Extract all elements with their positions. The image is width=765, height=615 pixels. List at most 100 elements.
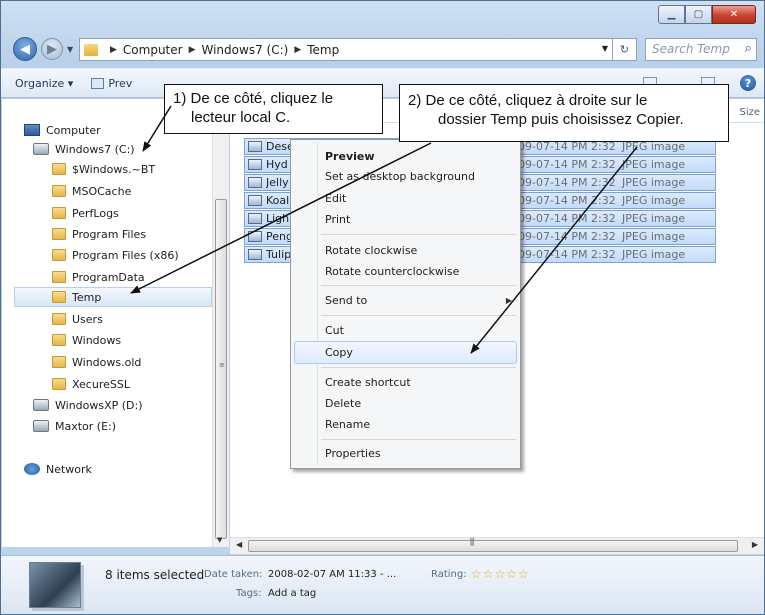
navigation-pane: Computer Windows7 (C:) $Windows.~BT MSOC… <box>2 99 212 547</box>
nav-item-label: Windows7 (C:) <box>55 142 135 156</box>
folder-icon <box>52 185 66 197</box>
scrollbar-thumb[interactable] <box>215 199 227 539</box>
file-date: 09-07-14 PM 2:32 <box>518 194 616 207</box>
nav-item-program-files[interactable]: Program Files <box>52 224 146 244</box>
size-column-header[interactable]: Size <box>739 107 760 118</box>
menu-item-copy[interactable]: Copy <box>325 346 353 359</box>
file-date: 09-07-14 PM 2:32 <box>518 230 616 243</box>
instruction-callout-1: 1) De ce côté, cliquez le lecteur local … <box>164 84 383 134</box>
nav-item-program-files-x86[interactable]: Program Files (x86) <box>52 245 179 265</box>
menu-item-properties[interactable]: Properties <box>325 447 381 460</box>
nav-item-label: Computer <box>46 123 101 137</box>
nav-item-label: Temp <box>72 290 102 304</box>
organize-label: Organize ▾ <box>15 76 74 90</box>
explorer-window: ▁ ▢ ✕ ◀ ▶ ▼ ▶ Computer ▶ Windows7 (C:) ▶… <box>0 0 765 615</box>
nav-item-windows-bt[interactable]: $Windows.~BT <box>52 159 155 179</box>
folder-icon <box>52 378 66 390</box>
callout-text: dossier Temp puis choisissez Copier. <box>438 111 684 128</box>
file-date: 09-07-14 PM 2:32 <box>518 248 616 261</box>
rating-label: Rating: <box>431 569 467 580</box>
recent-pages-dropdown-icon[interactable]: ▼ <box>67 45 73 54</box>
minimize-button[interactable]: ▁ <box>658 5 685 24</box>
navigation-scrollbar[interactable]: ≡ ▼ <box>212 99 229 547</box>
menu-separator <box>321 439 516 440</box>
menu-item-rotate-counterclockwise[interactable]: Rotate counterclockwise <box>325 265 459 278</box>
nav-item-windowsxp-drive[interactable]: WindowsXP (D:) <box>33 395 143 415</box>
callout-text: 2) De ce côté, cliquez à droite sur le <box>408 92 648 109</box>
folder-icon <box>52 249 66 261</box>
nav-item-temp[interactable]: Temp <box>14 287 212 307</box>
breadcrumb-separator-icon[interactable]: ▶ <box>189 45 196 55</box>
nav-item-xecuressl[interactable]: XecureSSL <box>52 374 130 394</box>
file-type: JPEG image <box>622 248 686 261</box>
scrollbar-thumb[interactable] <box>248 540 738 552</box>
folder-icon <box>52 163 66 175</box>
help-icon[interactable]: ? <box>740 75 756 91</box>
nav-item-label: Network <box>46 462 92 476</box>
rating-stars-icon[interactable]: ☆☆☆☆☆ <box>471 567 530 581</box>
menu-item-cut[interactable]: Cut <box>325 324 344 337</box>
menu-item-set-desktop-background[interactable]: Set as desktop background <box>325 170 475 183</box>
tags-label: Tags: <box>236 588 262 599</box>
callout-text: lecteur local C. <box>191 109 291 126</box>
nav-item-label: MSOCache <box>72 184 132 198</box>
maximize-button[interactable]: ▢ <box>685 5 712 24</box>
image-file-icon <box>248 195 262 206</box>
organize-button[interactable]: Organize ▾ <box>15 77 73 90</box>
nav-item-label: XecureSSL <box>72 377 130 391</box>
nav-item-windows[interactable]: Windows <box>52 330 121 350</box>
nav-item-windows-old[interactable]: Windows.old <box>52 352 141 372</box>
menu-item-create-shortcut[interactable]: Create shortcut <box>325 376 411 389</box>
folder-icon <box>52 334 66 346</box>
menu-item-send-to[interactable]: Send to <box>325 294 367 307</box>
date-taken-value[interactable]: 2008-02-07 AM 11:33 - ... <box>268 569 396 580</box>
search-icon[interactable]: ⌕ <box>745 41 752 56</box>
nav-item-users[interactable]: Users <box>52 309 103 329</box>
breadcrumb-computer[interactable]: Computer <box>123 43 183 57</box>
horizontal-scrollbar[interactable]: ◀ ⫼ ▶ <box>230 537 764 554</box>
nav-item-programdata[interactable]: ProgramData <box>52 267 145 287</box>
close-button[interactable]: ✕ <box>712 5 756 24</box>
preview-button[interactable]: Prev <box>91 77 132 90</box>
nav-item-label: Program Files <box>72 227 147 241</box>
menu-item-preview[interactable]: Preview <box>325 150 375 163</box>
address-dropdown-icon[interactable]: ▼ <box>602 44 608 53</box>
tags-value[interactable]: Add a tag <box>268 588 316 599</box>
nav-item-label: Windows <box>72 333 122 347</box>
menu-item-rotate-clockwise[interactable]: Rotate clockwise <box>325 244 417 257</box>
scroll-down-icon[interactable]: ▼ <box>217 536 222 544</box>
nav-item-label: PerfLogs <box>72 206 119 220</box>
menu-item-rename[interactable]: Rename <box>325 418 370 431</box>
breadcrumb-temp[interactable]: Temp <box>307 43 339 57</box>
scroll-left-icon[interactable]: ◀ <box>236 540 242 549</box>
network-icon <box>24 463 40 475</box>
refresh-icon[interactable]: ↻ <box>612 39 636 60</box>
nav-item-windows7-drive[interactable]: Windows7 (C:) <box>33 139 135 159</box>
instruction-callout-2: 2) De ce côté, cliquez à droite sur le d… <box>399 84 729 142</box>
menu-item-delete[interactable]: Delete <box>325 397 361 410</box>
nav-item-msocache[interactable]: MSOCache <box>52 181 131 201</box>
window-controls: ▁ ▢ ✕ <box>658 5 756 24</box>
file-type: JPEG image <box>622 158 686 171</box>
image-file-icon <box>248 159 262 170</box>
nav-item-label: Program Files (x86) <box>72 248 179 262</box>
nav-item-maxtor-drive[interactable]: Maxtor (E:) <box>33 416 116 436</box>
scroll-right-icon[interactable]: ▶ <box>752 540 758 549</box>
breadcrumb-separator-icon[interactable]: ▶ <box>294 45 301 55</box>
image-file-icon <box>248 177 262 188</box>
search-input[interactable]: Search Temp ⌕ <box>645 38 757 61</box>
forward-button[interactable]: ▶ <box>41 38 63 60</box>
nav-item-computer[interactable]: Computer <box>24 120 101 140</box>
breadcrumb-separator-icon[interactable]: ▶ <box>110 45 117 55</box>
back-button[interactable]: ◀ <box>13 37 37 61</box>
file-type: JPEG image <box>622 176 686 189</box>
menu-item-print[interactable]: Print <box>325 213 350 226</box>
grip-icon: ≡ <box>219 361 225 369</box>
breadcrumb-drive[interactable]: Windows7 (C:) <box>202 43 289 57</box>
nav-item-network[interactable]: Network <box>24 459 92 479</box>
menu-item-edit[interactable]: Edit <box>325 192 346 205</box>
context-menu: Preview Set as desktop background Edit P… <box>290 139 521 469</box>
nav-item-perflogs[interactable]: PerfLogs <box>52 203 119 223</box>
address-bar[interactable]: ▶ Computer ▶ Windows7 (C:) ▶ Temp ▼ ↻ <box>79 38 637 61</box>
menu-separator <box>321 285 516 286</box>
